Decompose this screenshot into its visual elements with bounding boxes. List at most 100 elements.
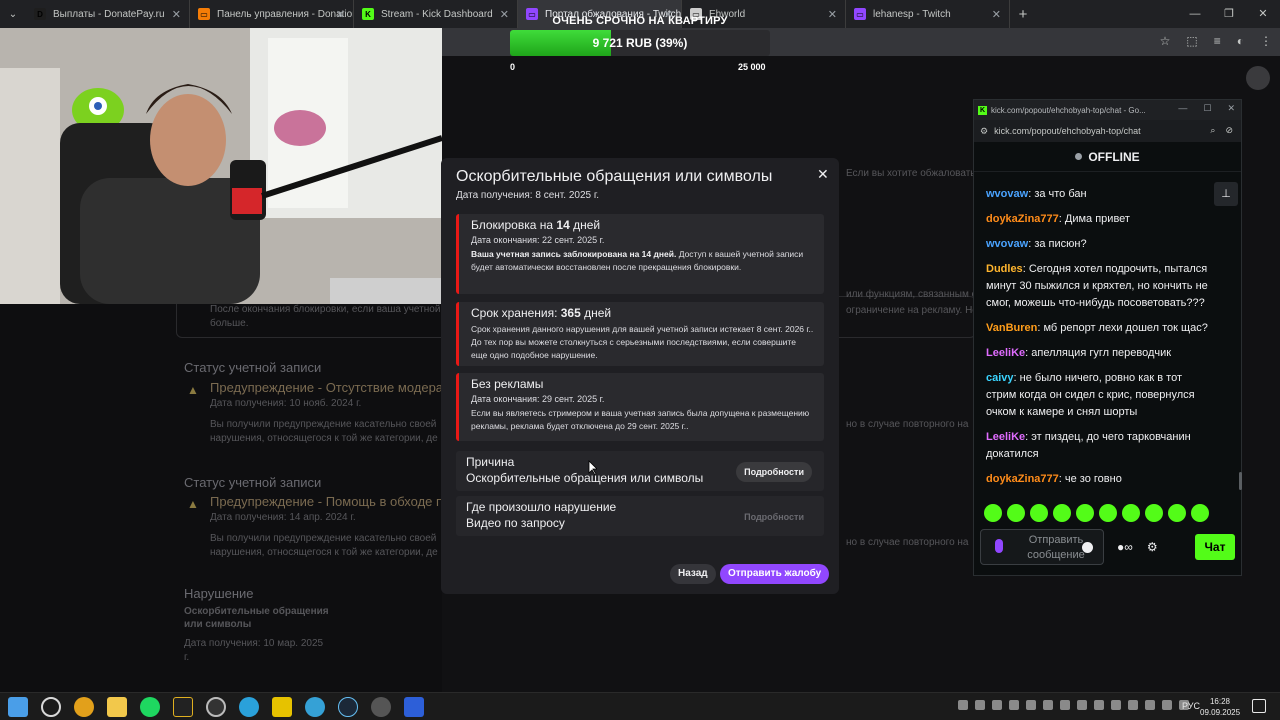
bg-section1-title: Статус учетной записи — [184, 360, 322, 375]
tray-icon[interactable] — [1128, 700, 1138, 710]
submit-appeal-button[interactable]: Отправить жалобу — [720, 564, 830, 584]
emote-icon[interactable] — [1076, 504, 1094, 522]
tray-icon[interactable] — [1077, 700, 1087, 710]
tray-icon[interactable] — [1009, 700, 1019, 710]
emote-icon[interactable] — [1007, 504, 1025, 522]
bg-section1-item[interactable]: Предупреждение - Отсутствие модера — [210, 380, 443, 395]
chat-username[interactable]: wvovaw — [986, 238, 1028, 250]
chat-text: че зо говно — [1064, 473, 1122, 485]
card-body: Если вы являетесь стримером и ваша учетн… — [471, 408, 810, 431]
emote-icon[interactable] — [1099, 504, 1117, 522]
bg-section3-date1: Дата получения: 10 мар. 2025 — [184, 638, 324, 649]
penalty-card-suspension: Блокировка на 14 дней Дата окончания: 22… — [456, 214, 824, 294]
chat-username[interactable]: caivy — [986, 372, 1014, 384]
tray-icon[interactable] — [1060, 700, 1070, 710]
emote-icon[interactable] — [1053, 504, 1071, 522]
tray-icon[interactable] — [1145, 700, 1155, 710]
bg-section2-item[interactable]: Предупреждение - Помощь в обходе пр — [210, 494, 450, 509]
telegram-icon[interactable] — [239, 697, 259, 717]
chat-message: doykaZina777: че зо говно — [986, 471, 1212, 488]
chrome-icon[interactable] — [74, 697, 94, 717]
site-settings-icon[interactable]: ⚙ — [980, 126, 988, 137]
popout-url-icons: ⌕ ⊘ — [1210, 125, 1233, 136]
bg-right-text4: но в случае повторного на — [846, 537, 969, 548]
card-body: Срок хранения данного нарушения для ваше… — [471, 324, 814, 360]
send-chat-button[interactable]: Чат — [1195, 534, 1235, 560]
pin-icon[interactable]: ⊥ — [1214, 182, 1238, 206]
close-window-icon[interactable]: ✕ — [1227, 103, 1235, 114]
microphone-icon[interactable] — [995, 539, 1003, 553]
status-label: OFFLINE — [1088, 149, 1140, 164]
tray-icon[interactable] — [1026, 700, 1036, 710]
where-row: Где произошло нарушение Видео по запросу… — [456, 496, 824, 536]
bg-box-text1: После окончания блокировки, если ваша уч… — [210, 304, 441, 315]
notifications-icon[interactable] — [1252, 699, 1266, 713]
emote-icon[interactable] — [1191, 504, 1209, 522]
emote-icon[interactable] — [1145, 504, 1163, 522]
windows-start-icon[interactable] — [8, 697, 28, 717]
warning-icon: ▲ — [187, 383, 199, 397]
chat-text: за что бан — [1034, 188, 1087, 200]
chat-text: за писюн? — [1034, 238, 1087, 250]
tray-icon[interactable] — [958, 700, 968, 710]
settings-gear-icon[interactable]: ⚙ — [1147, 540, 1158, 554]
spotify-icon[interactable] — [140, 697, 160, 717]
globe-icon[interactable] — [305, 697, 325, 717]
chat-username[interactable]: wvovaw — [986, 188, 1028, 200]
hide-eye-icon[interactable]: ⊘ — [1225, 125, 1233, 136]
analytics-icon[interactable] — [404, 697, 424, 717]
bg-right-text2: ограничение на рекламу. Не — [846, 305, 978, 316]
clock[interactable]: 16:28 09.09.2025 — [1200, 696, 1240, 718]
taskbar-apps — [8, 697, 424, 717]
penalty-card-retention: Срок хранения: 365 дней Срок хранения да… — [456, 302, 824, 366]
chat-scrollbar[interactable] — [1239, 472, 1242, 490]
tray-icon[interactable] — [1162, 700, 1172, 710]
tray-icon[interactable] — [1111, 700, 1121, 710]
clock-date: 09.09.2025 — [1200, 708, 1241, 717]
zoom-icon[interactable]: ⌕ — [1210, 125, 1215, 136]
emoji-icon[interactable] — [1082, 542, 1093, 553]
input-language[interactable]: РУС — [1182, 701, 1200, 711]
emote-icon[interactable] — [1168, 504, 1186, 522]
popout-url-bar[interactable]: ⚙ kick.com/popout/ehchobyah-top/chat ⌕ ⊘ — [974, 120, 1241, 142]
reason-details-button[interactable]: Подробности — [736, 462, 812, 482]
tray-icon[interactable] — [1094, 700, 1104, 710]
app-icon[interactable] — [272, 697, 292, 717]
kicks-icon[interactable]: ●∞ — [1117, 540, 1133, 554]
chat-message: wvovaw: за писюн? — [986, 236, 1212, 253]
tray-icon[interactable] — [1043, 700, 1053, 710]
chat-username[interactable]: doykaZina777 — [986, 213, 1059, 225]
chat-username[interactable]: LeeliKe — [986, 347, 1025, 359]
stream-status: OFFLINE — [974, 142, 1241, 172]
back-button[interactable]: Назад — [670, 564, 716, 584]
chat-input[interactable]: Отправить сообщение — [980, 529, 1104, 565]
chat-message: caivy: не было ничего, ровно как в тот с… — [986, 370, 1212, 421]
tray-icon[interactable] — [992, 700, 1002, 710]
winamp-icon[interactable] — [173, 697, 193, 717]
emote-icon[interactable] — [1122, 504, 1140, 522]
status-dot — [1075, 153, 1083, 160]
emote-bar — [984, 504, 1209, 522]
search-icon[interactable] — [41, 697, 61, 717]
emote-icon[interactable] — [984, 504, 1002, 522]
bg-box-text2: больше. — [210, 318, 249, 329]
settings-icon[interactable] — [371, 697, 391, 717]
close-icon[interactable]: ✕ — [817, 166, 829, 183]
restore-icon[interactable]: ☐ — [1203, 103, 1211, 114]
emote-icon[interactable] — [1030, 504, 1048, 522]
chat-username[interactable]: doykaZina777 — [986, 473, 1059, 485]
card-date: Дата окончания: 29 сент. 2025 г. — [471, 394, 605, 404]
minimize-icon[interactable]: — — [1178, 103, 1187, 114]
tray-icon[interactable] — [975, 700, 985, 710]
chat-username[interactable]: VanBuren — [986, 322, 1037, 334]
chat-username[interactable]: LeeliKe — [986, 431, 1025, 443]
chat-username[interactable]: Dudles — [986, 263, 1023, 275]
file-explorer-icon[interactable] — [107, 697, 127, 717]
steam-icon[interactable] — [338, 697, 358, 717]
obs-icon[interactable] — [206, 697, 226, 717]
kick-logo-icon: K — [978, 105, 987, 115]
kick-chat-popout: K kick.com/popout/ehchobyah-top/chat - G… — [973, 99, 1242, 576]
card-title: Блокировка на 14 дней — [471, 218, 601, 232]
goal-max: 25 000 — [738, 62, 766, 72]
popout-window-title: kick.com/popout/ehchobyah-top/chat - Go.… — [991, 105, 1146, 115]
